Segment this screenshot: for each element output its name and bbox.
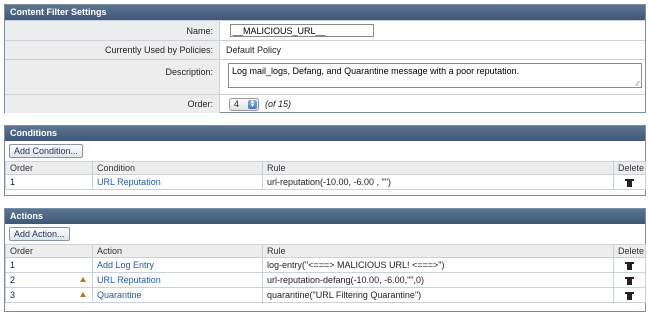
order-label: Order: <box>5 95 220 113</box>
description-label: Description: <box>5 60 220 94</box>
actions-table: Order Action Rule Delete 1 Add Log Entry… <box>5 244 646 303</box>
table-row: 1 Add Log Entry log-entry("<===> MALICIO… <box>5 257 646 273</box>
policies-row: Currently Used by Policies: Default Poli… <box>5 40 645 59</box>
table-row: 2 URL Reputation url-reputation-defang(-… <box>5 272 646 288</box>
column-delete: Delete <box>613 244 646 258</box>
row-rule: quarantine("URL Filtering Quarantine") <box>262 287 614 303</box>
order-cell: 2 <box>5 272 93 288</box>
row-order: 3 <box>10 290 16 300</box>
trash-icon[interactable] <box>625 276 634 285</box>
order-row: Order: 4 ▲ ▼ (of 15) <box>5 94 645 113</box>
conditions-table: Order Condition Rule Delete 1 URL Reputa… <box>5 161 646 190</box>
column-rule: Rule <box>262 161 614 175</box>
delete-cell <box>613 287 646 303</box>
move-up-icon[interactable] <box>80 277 86 282</box>
settings-title: Content Filter Settings <box>5 5 645 20</box>
row-rule: url-reputation(-10.00, -6.00 , "") <box>262 174 614 190</box>
table-row: 1 URL Reputation url-reputation(-10.00, … <box>5 174 646 190</box>
table-row: 3 Quarantine quarantine("URL Filtering Q… <box>5 287 646 303</box>
actions-title: Actions <box>5 209 645 224</box>
name-label: Name: <box>5 21 220 40</box>
column-order: Order <box>5 244 93 258</box>
order-count: (of 15) <box>265 99 292 109</box>
delete-cell <box>613 174 646 190</box>
delete-cell <box>613 272 646 288</box>
condition-link[interactable]: URL Reputation <box>92 174 263 190</box>
trash-icon[interactable] <box>625 291 634 300</box>
resize-grip-icon[interactable]: ⁄⁄ <box>637 81 639 88</box>
row-order: 2 <box>10 275 16 285</box>
description-textarea[interactable]: Log mail_logs, Defang, and Quarantine me… <box>228 63 642 88</box>
add-condition-button[interactable]: Add Condition... <box>9 144 84 158</box>
action-link[interactable]: Quarantine <box>92 287 263 303</box>
row-rule: log-entry("<===> MALICIOUS URL! <===>") <box>262 257 614 273</box>
add-action-button[interactable]: Add Action... <box>9 227 70 241</box>
description-row: Description: Log mail_logs, Defang, and … <box>5 59 645 94</box>
row-order: 1 <box>5 174 93 190</box>
name-input[interactable] <box>230 24 374 37</box>
delete-cell <box>613 257 646 273</box>
select-arrows-icon: ▲ ▼ <box>248 99 257 109</box>
conditions-title: Conditions <box>5 126 645 141</box>
order-cell: 3 <box>5 287 93 303</box>
policies-label: Currently Used by Policies: <box>5 41 220 59</box>
settings-panel: Content Filter Settings Name: Currently … <box>4 4 646 113</box>
column-delete: Delete <box>613 161 646 175</box>
actions-toolbar: Add Action... <box>5 224 645 244</box>
move-up-icon[interactable] <box>80 292 86 297</box>
conditions-panel: Conditions Add Condition... Order Condit… <box>4 125 646 196</box>
action-link[interactable]: URL Reputation <box>92 272 263 288</box>
column-action: Action <box>92 244 263 258</box>
actions-header-row: Order Action Rule Delete <box>5 244 646 258</box>
conditions-toolbar: Add Condition... <box>5 141 645 161</box>
row-order: 1 <box>5 257 93 273</box>
action-link[interactable]: Add Log Entry <box>92 257 263 273</box>
column-condition: Condition <box>92 161 263 175</box>
column-rule: Rule <box>262 244 614 258</box>
row-rule: url-reputation-defang(-10.00, -6.00,"",0… <box>262 272 614 288</box>
trash-icon[interactable] <box>625 178 634 187</box>
column-order: Order <box>5 161 93 175</box>
conditions-header-row: Order Condition Rule Delete <box>5 161 646 175</box>
name-row: Name: <box>5 20 645 40</box>
policies-value: Default Policy <box>226 45 282 55</box>
actions-panel: Actions Add Action... Order Action Rule … <box>4 208 646 312</box>
trash-icon[interactable] <box>625 261 634 270</box>
order-select[interactable]: 4 ▲ ▼ <box>229 98 259 111</box>
order-select-value: 4 <box>234 99 240 109</box>
